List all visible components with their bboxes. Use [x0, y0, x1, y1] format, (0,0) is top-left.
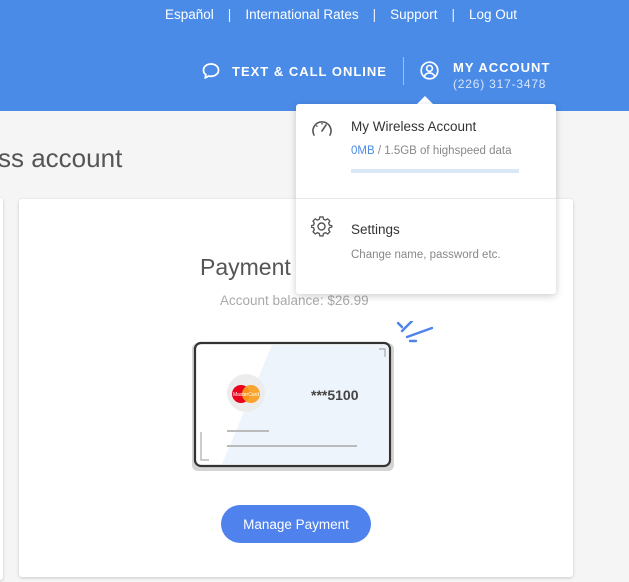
account-phone: (226) 317-3478 — [453, 77, 547, 91]
link-international-rates[interactable]: International Rates — [245, 7, 358, 22]
speedometer-icon — [312, 121, 332, 136]
account-dropdown: My Wireless Account 0MB / 1.5GB of highs… — [296, 104, 556, 294]
data-used-value: 0MB — [351, 145, 375, 157]
card-number: ***5100 — [311, 387, 359, 403]
nav-divider — [403, 57, 404, 85]
manage-payment-button[interactable]: Manage Payment — [221, 505, 371, 543]
settings-title: Settings — [351, 222, 400, 237]
top-links: Español | International Rates | Support … — [165, 7, 517, 22]
my-account-menu[interactable]: MY ACCOUNT (226) 317-3478 — [420, 60, 550, 91]
settings-subtitle: Change name, password etc. — [351, 249, 501, 261]
account-balance: Account balance: $26.99 — [220, 293, 369, 308]
my-account-label: MY ACCOUNT — [453, 60, 551, 75]
chat-bubble-icon — [202, 63, 220, 79]
mastercard-logo-text: MasterCard — [233, 392, 259, 398]
link-separator: | — [227, 7, 232, 22]
text-call-online-link[interactable]: TEXT & CALL ONLINE — [202, 62, 387, 80]
text-call-online-label: TEXT & CALL ONLINE — [232, 63, 387, 79]
data-usage-bar — [351, 169, 519, 173]
gear-icon — [311, 216, 333, 237]
link-espanol[interactable]: Español — [165, 7, 214, 22]
data-usage-rest: / 1.5GB of highspeed data — [374, 145, 512, 157]
user-circle-icon — [420, 61, 439, 80]
link-separator: | — [372, 7, 377, 22]
payment-title: Payment — [200, 254, 291, 280]
wireless-account-title: My Wireless Account — [351, 119, 477, 134]
header-bar: Español | International Rates | Support … — [0, 0, 629, 111]
page-title: ss account — [0, 143, 123, 173]
data-usage-text: 0MB / 1.5GB of highspeed data — [351, 145, 511, 157]
side-card — [0, 198, 3, 580]
dropdown-item-wireless-account[interactable]: My Wireless Account 0MB / 1.5GB of highs… — [296, 104, 556, 198]
link-separator: | — [451, 7, 455, 22]
dropdown-item-settings[interactable]: Settings Change name, password etc. — [296, 198, 556, 294]
link-log-out[interactable]: Log Out — [469, 7, 517, 22]
link-support[interactable]: Support — [390, 7, 437, 22]
